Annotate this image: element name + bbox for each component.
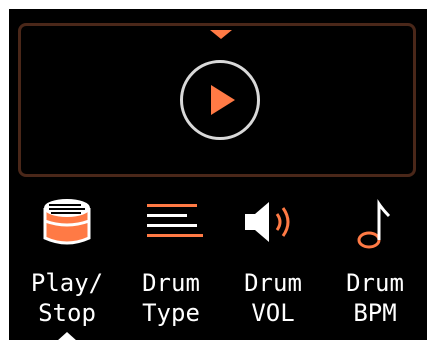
top-indicator-icon	[210, 30, 232, 39]
menu-item-label: Drum BPM	[346, 269, 404, 327]
speaker-icon	[223, 194, 323, 254]
play-button[interactable]	[180, 60, 260, 140]
device-screen: Play/ Stop Drum Type Drum VOL Drum BPM	[9, 9, 427, 341]
play-icon	[211, 85, 235, 115]
selection-indicator-icon	[57, 332, 77, 341]
drum-icon	[17, 194, 117, 254]
menu-item-drum-volume[interactable]: Drum VOL	[223, 194, 323, 327]
list-icon	[121, 194, 221, 254]
menu-item-label: Play/ Stop	[30, 269, 104, 327]
music-note-icon	[325, 194, 425, 254]
menu-item-play-stop[interactable]: Play/ Stop	[17, 194, 117, 327]
menu-item-drum-bpm[interactable]: Drum BPM	[325, 194, 425, 327]
menu-item-label: Drum VOL	[244, 269, 302, 327]
menu-item-drum-type[interactable]: Drum Type	[121, 194, 221, 327]
menu-item-label: Drum Type	[142, 269, 200, 327]
